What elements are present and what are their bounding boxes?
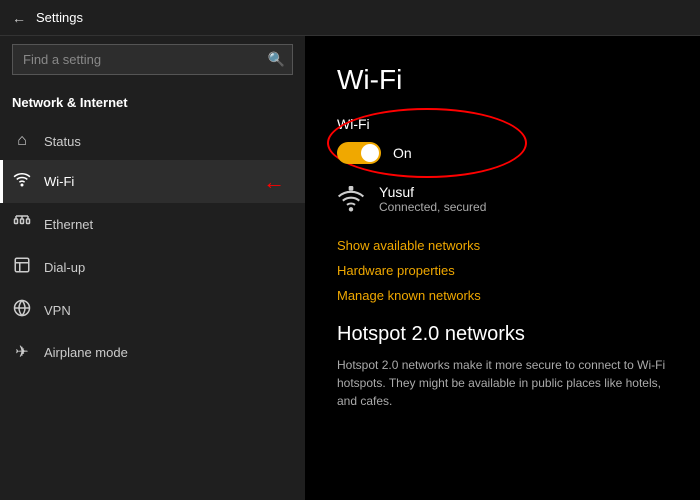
title-bar: ← Settings — [0, 0, 700, 36]
ethernet-icon — [12, 213, 32, 236]
sidebar-section-title: Network & Internet — [0, 91, 305, 122]
sidebar-item-vpn[interactable]: VPN — [0, 289, 305, 332]
network-connected-icon — [337, 186, 365, 220]
network-name: Yusuf — [379, 184, 486, 200]
search-icon-button[interactable]: 🔍 — [268, 51, 285, 68]
toggle-row: On — [337, 142, 668, 164]
sidebar: 🔍 Network & Internet ⌂ Status Wi-Fi ← — [0, 36, 305, 500]
sidebar-item-airplane[interactable]: ✈ Airplane mode — [0, 332, 305, 372]
sidebar-item-label: Dial-up — [44, 260, 85, 275]
arrow-annotation: ← — [263, 169, 285, 195]
network-info: Yusuf Connected, secured — [337, 184, 668, 220]
sidebar-item-label: Status — [44, 134, 81, 149]
sidebar-item-label: VPN — [44, 303, 71, 318]
vpn-icon — [12, 299, 32, 322]
search-icon: 🔍 — [268, 51, 285, 67]
search-box: 🔍 — [12, 44, 293, 75]
wifi-toggle-switch[interactable] — [337, 142, 381, 164]
wifi-toggle-section: Wi-Fi On — [337, 116, 668, 164]
dialup-icon — [12, 256, 32, 279]
window-title: Settings — [36, 10, 83, 25]
airplane-icon: ✈ — [12, 342, 32, 362]
search-input[interactable] — [12, 44, 293, 75]
sidebar-item-label: Airplane mode — [44, 345, 128, 360]
hotspot-section-heading: Hotspot 2.0 networks — [337, 323, 668, 346]
status-icon: ⌂ — [12, 132, 32, 150]
wifi-toggle-label: Wi-Fi — [337, 116, 668, 132]
network-details: Yusuf Connected, secured — [379, 184, 486, 214]
hardware-properties-link[interactable]: Hardware properties — [337, 263, 455, 278]
page-title: Wi-Fi — [337, 64, 668, 96]
sidebar-item-ethernet[interactable]: Ethernet — [0, 203, 305, 246]
sidebar-item-label: Ethernet — [44, 217, 93, 232]
sidebar-item-label: Wi-Fi — [44, 174, 74, 189]
wifi-icon — [12, 170, 32, 193]
sidebar-item-dialup[interactable]: Dial-up — [0, 246, 305, 289]
main-layout: 🔍 Network & Internet ⌂ Status Wi-Fi ← — [0, 36, 700, 500]
sidebar-item-wifi[interactable]: Wi-Fi ← — [0, 160, 305, 203]
sidebar-item-status[interactable]: ⌂ Status — [0, 122, 305, 160]
content-area: Wi-Fi Wi-Fi On Yusuf — [305, 36, 700, 500]
manage-networks-link[interactable]: Manage known networks — [337, 288, 481, 303]
back-button[interactable]: ← — [12, 10, 26, 26]
show-networks-link[interactable]: Show available networks — [337, 238, 480, 253]
network-status: Connected, secured — [379, 200, 486, 214]
hotspot-description: Hotspot 2.0 networks make it more secure… — [337, 356, 668, 410]
toggle-state-label: On — [393, 145, 412, 161]
